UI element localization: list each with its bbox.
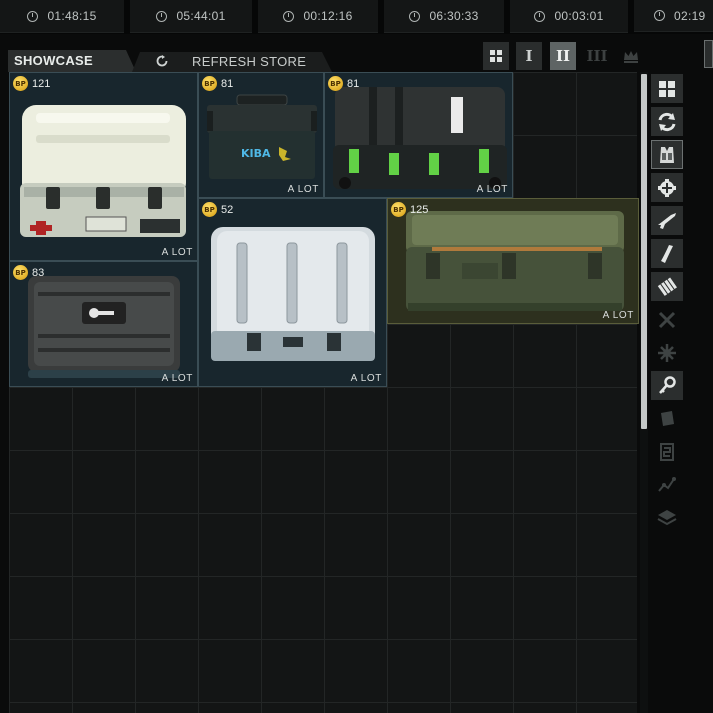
filter-mods-button[interactable]	[651, 173, 683, 202]
filter-provisions-button[interactable]	[651, 338, 683, 367]
clock-icon	[156, 10, 168, 22]
store-item-white-container[interactable]: BP 52 A LOT	[198, 198, 387, 387]
filter-magazines-button[interactable]	[651, 239, 683, 268]
layers-icon	[657, 509, 677, 525]
clock-icon	[654, 10, 665, 21]
item-quantity: A LOT	[476, 184, 508, 195]
bp-currency-icon: BP	[328, 76, 343, 91]
item-price: BP 83	[13, 265, 44, 280]
store-item-key-case[interactable]: BP 83 A LOT	[9, 261, 198, 387]
view-rank-2-button[interactable]: II	[550, 42, 576, 70]
info-items-icon	[661, 410, 674, 426]
medical-case-icon	[20, 105, 186, 237]
grid-scrollbar[interactable]	[640, 72, 648, 713]
white-container-icon	[211, 227, 375, 361]
filter-maps-button[interactable]	[651, 470, 683, 499]
bp-currency-icon: BP	[13, 76, 28, 91]
timer-3: 00:12:16	[258, 0, 378, 33]
filter-ammo-button[interactable]	[651, 272, 683, 301]
filter-other-button[interactable]	[651, 503, 683, 532]
bp-currency-icon: BP	[391, 202, 406, 217]
right-panel-edge[interactable]	[704, 40, 713, 68]
filter-money-button[interactable]	[651, 437, 683, 466]
timer-4: 06:30:33	[384, 0, 504, 33]
view-rank-3-button[interactable]: III	[584, 42, 610, 70]
item-price: BP 52	[202, 202, 233, 217]
grid-icon	[490, 50, 502, 62]
timer-2: 05:44:01	[130, 0, 252, 33]
svg-text:KIBA: KIBA	[241, 147, 271, 160]
item-quantity: A LOT	[602, 310, 634, 321]
filter-info-button[interactable]	[651, 404, 683, 433]
provisions-icon	[658, 343, 676, 362]
item-quantity: A LOT	[287, 184, 319, 195]
view-rank-4-button[interactable]	[618, 42, 644, 70]
item-price: BP 125	[391, 202, 428, 217]
magazine-icon	[661, 244, 673, 263]
clock-icon	[283, 10, 295, 22]
store-tabs: SHOWCASE REFRESH STORE	[8, 50, 638, 72]
ammo-icon	[657, 276, 677, 296]
item-price: BP 121	[13, 76, 50, 91]
clock-icon	[409, 10, 421, 22]
item-price: BP 81	[328, 76, 359, 91]
ammo-case-icon: KIBA	[207, 94, 317, 179]
crown-icon	[624, 51, 638, 63]
weapon-case-icon	[333, 87, 507, 189]
tab-refresh-store[interactable]: REFRESH STORE	[132, 52, 332, 72]
filter-barter-button[interactable]	[651, 107, 683, 136]
showcase-grid: BP 121 A LOT BP 81 KIBA A LOT BP 81 A LO…	[9, 72, 639, 713]
filter-gear-button[interactable]	[651, 140, 683, 169]
scrollbar-thumb[interactable]	[641, 74, 647, 429]
grid-icon	[659, 80, 675, 97]
bp-currency-icon: BP	[202, 76, 217, 91]
key-case-icon	[28, 276, 180, 378]
item-quantity: A LOT	[161, 247, 193, 258]
store-item-ammo-case[interactable]: BP 81 KIBA A LOT	[198, 72, 324, 198]
filter-weapons-button[interactable]	[651, 206, 683, 235]
item-quantity: A LOT	[350, 373, 382, 384]
filter-all-button[interactable]	[651, 74, 683, 103]
store-item-weapon-case[interactable]: BP 81 A LOT	[324, 72, 513, 198]
timer-6: 02:19	[634, 0, 713, 32]
bp-currency-icon: BP	[202, 202, 217, 217]
bp-currency-icon: BP	[13, 265, 28, 280]
item-price: BP 81	[202, 76, 233, 91]
refresh-icon	[156, 55, 168, 67]
filter-melee-button[interactable]	[651, 305, 683, 334]
clock-icon	[534, 10, 546, 22]
store-item-medical-case[interactable]: BP 121 A LOT	[9, 72, 198, 261]
military-crate-icon	[406, 211, 624, 311]
map-icon	[658, 476, 676, 492]
refresh-icon	[658, 112, 676, 131]
store-item-military-crate[interactable]: BP 125 A LOT	[387, 198, 639, 324]
melee-icon	[658, 311, 676, 328]
item-quantity: A LOT	[161, 373, 193, 384]
view-grid-button[interactable]	[483, 42, 509, 70]
keys-icon	[659, 375, 676, 394]
timer-1: 01:48:15	[0, 0, 124, 33]
gear-vest-icon	[660, 146, 674, 163]
view-rank-1-button[interactable]: I	[516, 42, 542, 70]
rifle-icon	[658, 212, 676, 229]
money-icon	[660, 442, 674, 461]
timer-5: 00:03:01	[510, 0, 628, 33]
trader-timers-bar: 01:48:15 05:44:01 00:12:16 06:30:33 00:0…	[0, 0, 713, 34]
filter-keys-button[interactable]	[651, 371, 683, 400]
clock-icon	[27, 10, 39, 22]
gear-plus-icon	[658, 178, 676, 197]
tab-showcase[interactable]: SHOWCASE	[8, 50, 136, 72]
